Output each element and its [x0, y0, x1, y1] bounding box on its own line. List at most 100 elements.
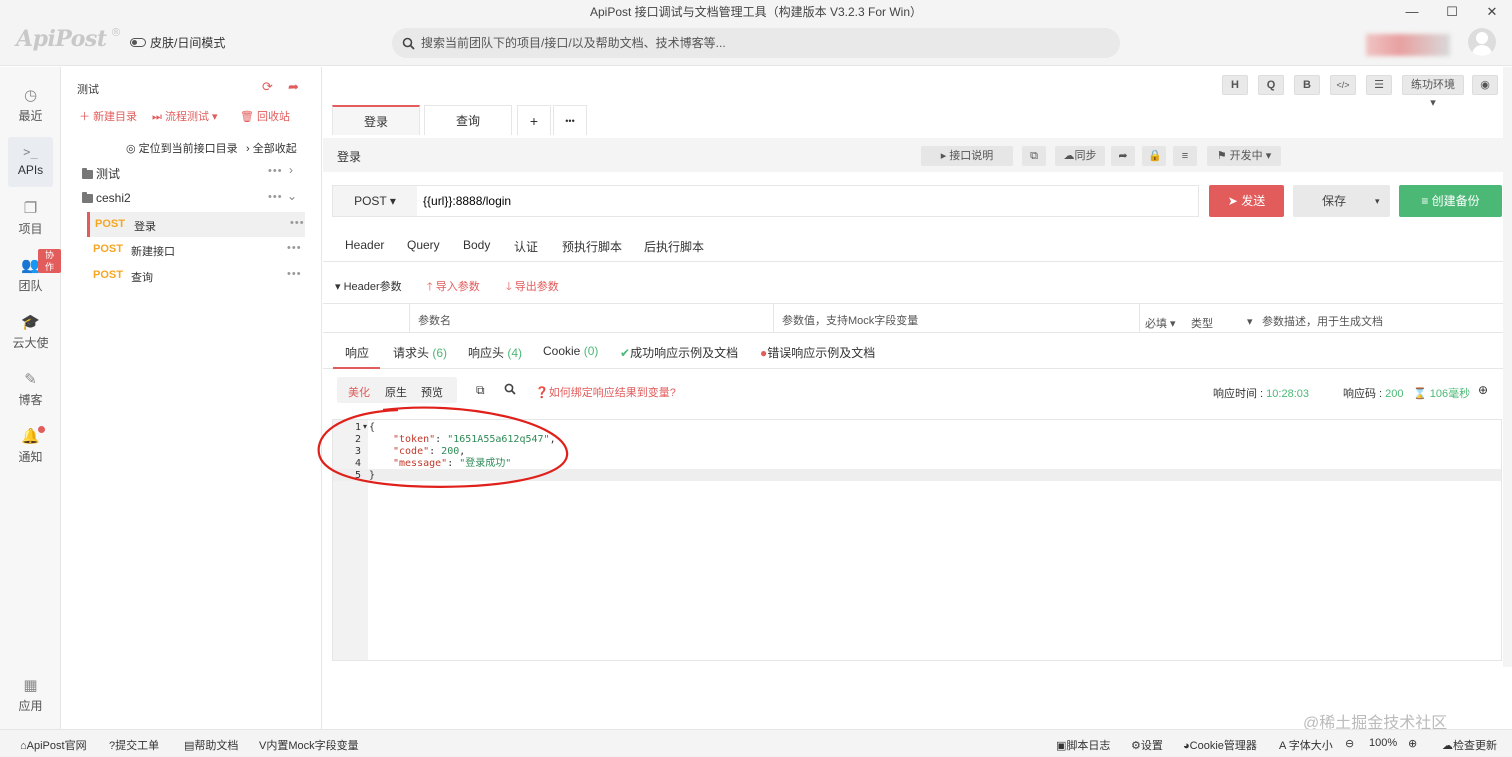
toolbar-q-button[interactable]: Q — [1258, 75, 1284, 95]
export-params-button[interactable]: 🡓 导出参数 — [506, 278, 559, 297]
tree-item[interactable]: POST 新建接口 ••• — [90, 242, 305, 263]
sliders-icon[interactable]: ☰ — [1366, 75, 1392, 95]
cookie-manager-button[interactable]: ◕Cookie管理器 — [1183, 737, 1257, 753]
view-raw[interactable]: 原生 — [385, 384, 407, 400]
help-link[interactable]: ▤帮助文档 — [184, 737, 238, 753]
tab-error-example[interactable]: ●错误响应示例及文档 — [760, 344, 875, 361]
check-update-button[interactable]: ☁检查更新 — [1442, 737, 1497, 753]
settings-button[interactable]: ⚙设置 — [1131, 737, 1163, 753]
more-icon[interactable]: ••• — [287, 242, 302, 254]
save-button[interactable]: 保存 ▾ — [1293, 185, 1390, 217]
share-icon[interactable]: ➦ — [288, 79, 299, 95]
col-param-desc: 参数描述，用于生成文档 — [1262, 316, 1383, 328]
send-button[interactable]: ➤ 发送 — [1209, 185, 1284, 217]
copy-icon[interactable]: ⧉ — [1022, 146, 1046, 166]
ticket-link[interactable]: ?提交工单 — [109, 737, 159, 753]
toolbar-b-button[interactable]: B — [1294, 75, 1320, 95]
annotation-circle — [317, 406, 569, 488]
global-search[interactable] — [392, 28, 1120, 58]
tab-login[interactable]: 登录 — [332, 105, 420, 135]
nav-apps[interactable]: ▦ 应用 — [0, 671, 61, 721]
recycle-bin-button[interactable]: 🗑 回收站 — [240, 108, 290, 124]
more-icon[interactable]: ••• — [290, 217, 305, 229]
tab-header[interactable]: Header — [345, 238, 384, 252]
url-input[interactable] — [423, 191, 1183, 211]
locate-current-button[interactable]: ◎ 定位到当前接口目录 — [126, 140, 238, 156]
code-icon[interactable]: </> — [1330, 75, 1356, 95]
caret-down-icon: ▾ — [1375, 196, 1380, 206]
minimize-icon[interactable]: — — [1392, 0, 1432, 24]
sync-button[interactable]: ☁同步 — [1055, 146, 1105, 166]
tree-item-selected[interactable]: POST 登录 ••• — [87, 212, 305, 237]
tab-response[interactable]: 响应 — [345, 344, 369, 361]
tab-body[interactable]: Body — [463, 238, 490, 252]
nav-apis[interactable]: >_ APIs — [8, 137, 53, 187]
method-select[interactable]: POST ▾ — [333, 186, 417, 216]
copy-icon[interactable]: ⧉ — [476, 383, 485, 398]
toolbar-h-button[interactable]: H — [1222, 75, 1248, 95]
nav-notifications[interactable]: 🔔 通知 — [0, 422, 61, 472]
chevron-down-icon[interactable]: ⌄ — [287, 189, 297, 203]
maximize-icon[interactable]: ☐ — [1432, 0, 1472, 24]
tree-folder[interactable]: 测试 ••• › — [82, 163, 302, 182]
cloud-upload-icon: ☁ — [1442, 740, 1453, 752]
refresh-icon[interactable]: ⟳ — [262, 79, 273, 95]
skin-mode-toggle[interactable]: 皮肤/日间模式 — [130, 34, 225, 51]
tab-auth[interactable]: 认证 — [514, 238, 538, 255]
view-preview[interactable]: 预览 — [421, 384, 443, 400]
chevron-right-icon[interactable]: › — [289, 163, 293, 177]
type-select[interactable]: 类型 ▾ — [1191, 315, 1253, 331]
view-pretty[interactable]: 美化 — [348, 384, 370, 400]
tab-request-headers[interactable]: 请求头 (6) — [393, 344, 447, 361]
database-icon[interactable]: ≡ — [1173, 146, 1197, 166]
new-dir-button[interactable]: ＋ 新建目录 — [79, 108, 137, 124]
avatar[interactable] — [1468, 28, 1496, 56]
add-tab-icon[interactable]: + — [517, 105, 551, 135]
zoom-in-icon[interactable]: ⊕ — [1408, 737, 1417, 750]
bind-variable-help-link[interactable]: ❓如何绑定响应结果到变量? — [535, 384, 676, 400]
env-select[interactable]: 练功环境 ▾ — [1402, 75, 1464, 109]
flow-test-button[interactable]: ⏭ 流程测试 ▾ — [152, 108, 218, 124]
app-header: ApiPost ® 皮肤/日间模式 — [0, 24, 1512, 66]
more-tabs-icon[interactable]: ••• — [553, 105, 587, 135]
more-icon[interactable]: ••• — [268, 191, 283, 203]
download-icon[interactable]: ⊕ — [1478, 383, 1488, 397]
required-select[interactable]: 必填 ▾ — [1145, 315, 1176, 331]
nav-blog[interactable]: ✎ 博客 — [0, 365, 61, 415]
nav-recent[interactable]: ◷ 最近 — [0, 81, 61, 131]
collapse-all-button[interactable]: › 全部收起 — [246, 140, 297, 156]
script-log-button[interactable]: ▣脚本日志 — [1056, 737, 1110, 753]
lock-icon[interactable]: 🔒 — [1142, 146, 1166, 166]
tab-response-headers[interactable]: 响应头 (4) — [468, 344, 522, 361]
mock-link[interactable]: V内置Mock字段变量 — [259, 737, 359, 753]
search-input[interactable] — [421, 36, 1081, 50]
more-icon[interactable]: ••• — [268, 165, 283, 177]
status-select[interactable]: ⚑ 开发中 ▾ — [1207, 146, 1281, 166]
nav-team[interactable]: 👥 协作 团队 — [0, 249, 61, 301]
nav-ambassador[interactable]: 🎓 云大使 — [0, 308, 61, 358]
book-icon: ▤ — [184, 740, 195, 752]
send-icon: ➤ — [1227, 194, 1238, 208]
tab-query[interactable]: Query — [407, 238, 440, 252]
tree-item[interactable]: POST 查询 ••• — [90, 268, 305, 289]
tab-pre-script[interactable]: 预执行脚本 — [562, 238, 622, 255]
import-params-button[interactable]: 🡑 导入参数 — [427, 278, 480, 297]
close-icon[interactable]: ✕ — [1472, 0, 1512, 24]
more-icon[interactable]: ••• — [287, 268, 302, 280]
response-duration: ⌛ 106毫秒 — [1413, 388, 1471, 400]
log-icon: ▣ — [1056, 740, 1067, 752]
tab-post-script[interactable]: 后执行脚本 — [644, 238, 704, 255]
tab-success-example[interactable]: ✔成功响应示例及文档 — [620, 344, 738, 361]
share-icon[interactable]: ➦ — [1111, 146, 1135, 166]
zoom-out-icon[interactable]: ⊖ — [1345, 737, 1354, 750]
create-backup-button[interactable]: ≡ 创建备份 — [1399, 185, 1502, 217]
header-params-toggle[interactable]: ▾ Header参数 — [335, 278, 402, 294]
tree-folder[interactable]: ceshi2 ••• ⌄ — [82, 189, 302, 205]
nav-projects[interactable]: ❐ 项目 — [0, 194, 61, 244]
search-icon[interactable] — [504, 383, 516, 398]
site-link[interactable]: ⌂ApiPost官网 — [20, 737, 87, 753]
eye-icon[interactable]: ◉ — [1472, 75, 1498, 95]
api-doc-button[interactable]: ▸ 接口说明 — [921, 146, 1013, 166]
tab-cookie[interactable]: Cookie (0) — [543, 344, 598, 358]
tab-query[interactable]: 查询 — [424, 105, 512, 135]
